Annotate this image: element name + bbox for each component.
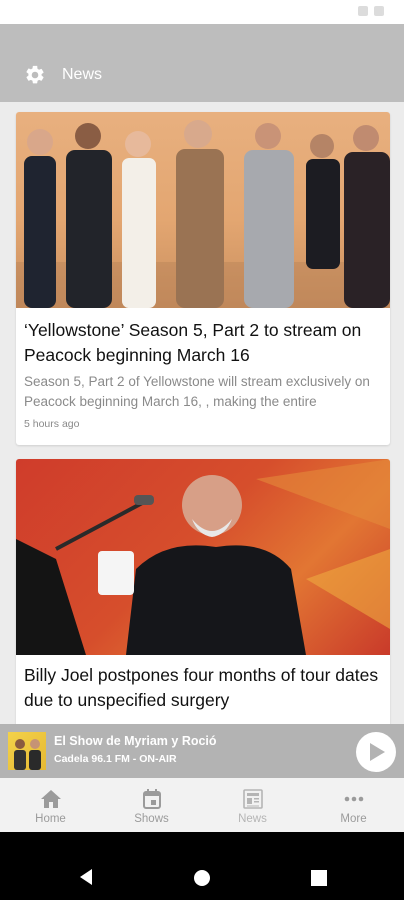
nav-item-shows[interactable]: Shows xyxy=(101,778,202,832)
article-card[interactable]: ‘Yellowstone’ Season 5, Part 2 to stream… xyxy=(16,112,390,445)
article-summary: Season 5, Part 2 of Yellowstone will str… xyxy=(24,374,370,409)
page-title: News xyxy=(62,66,103,83)
station-name: Cadela 96.1 FM - ON-AIR xyxy=(54,753,177,765)
nav-label-news: News xyxy=(238,813,267,825)
nav-item-more[interactable]: More xyxy=(303,778,404,832)
nav-item-news[interactable]: News xyxy=(202,778,303,832)
battery-icon xyxy=(374,6,384,16)
article-image[interactable] xyxy=(16,112,390,308)
wifi-icon xyxy=(358,6,368,16)
news-feed[interactable]: ‘Yellowstone’ Season 5, Part 2 to stream… xyxy=(0,102,404,724)
show-title: El Show de Myriam y Roció xyxy=(54,734,217,748)
app-bar: News xyxy=(0,24,404,102)
nav-label-more: More xyxy=(340,813,367,825)
nav-item-home[interactable]: Home xyxy=(0,778,101,832)
nav-label-home: Home xyxy=(35,813,66,825)
news-icon xyxy=(242,789,263,809)
play-icon xyxy=(370,743,385,761)
home-icon xyxy=(40,790,61,808)
now-playing-bar[interactable]: El Show de Myriam y Roció Cadela 96.1 FM… xyxy=(0,724,404,778)
show-thumbnail[interactable] xyxy=(8,732,46,770)
gear-icon[interactable] xyxy=(24,64,46,86)
home-button-icon[interactable] xyxy=(194,870,210,886)
article-card[interactable]: Billy Joel postpones four months of tour… xyxy=(16,459,390,724)
calendar-icon xyxy=(142,789,161,809)
back-icon[interactable] xyxy=(78,868,94,886)
article-headline[interactable]: Billy Joel postpones four months of tour… xyxy=(24,663,382,713)
status-icons xyxy=(358,6,394,18)
nav-label-shows: Shows xyxy=(134,813,169,825)
hosts-photo-illustration xyxy=(14,739,41,770)
article-image[interactable] xyxy=(16,459,390,655)
article-timestamp: 5 hours ago xyxy=(24,418,80,430)
play-button[interactable] xyxy=(356,732,396,772)
system-navigation-bar xyxy=(0,832,404,900)
recent-apps-icon[interactable] xyxy=(311,870,327,886)
bottom-navigation: Home Shows News More xyxy=(0,778,404,832)
status-bar xyxy=(0,0,404,24)
performer-photo-illustration xyxy=(16,459,390,655)
more-icon xyxy=(344,796,363,802)
article-headline[interactable]: ‘Yellowstone’ Season 5, Part 2 to stream… xyxy=(24,318,382,368)
cast-photo-illustration xyxy=(16,120,390,308)
